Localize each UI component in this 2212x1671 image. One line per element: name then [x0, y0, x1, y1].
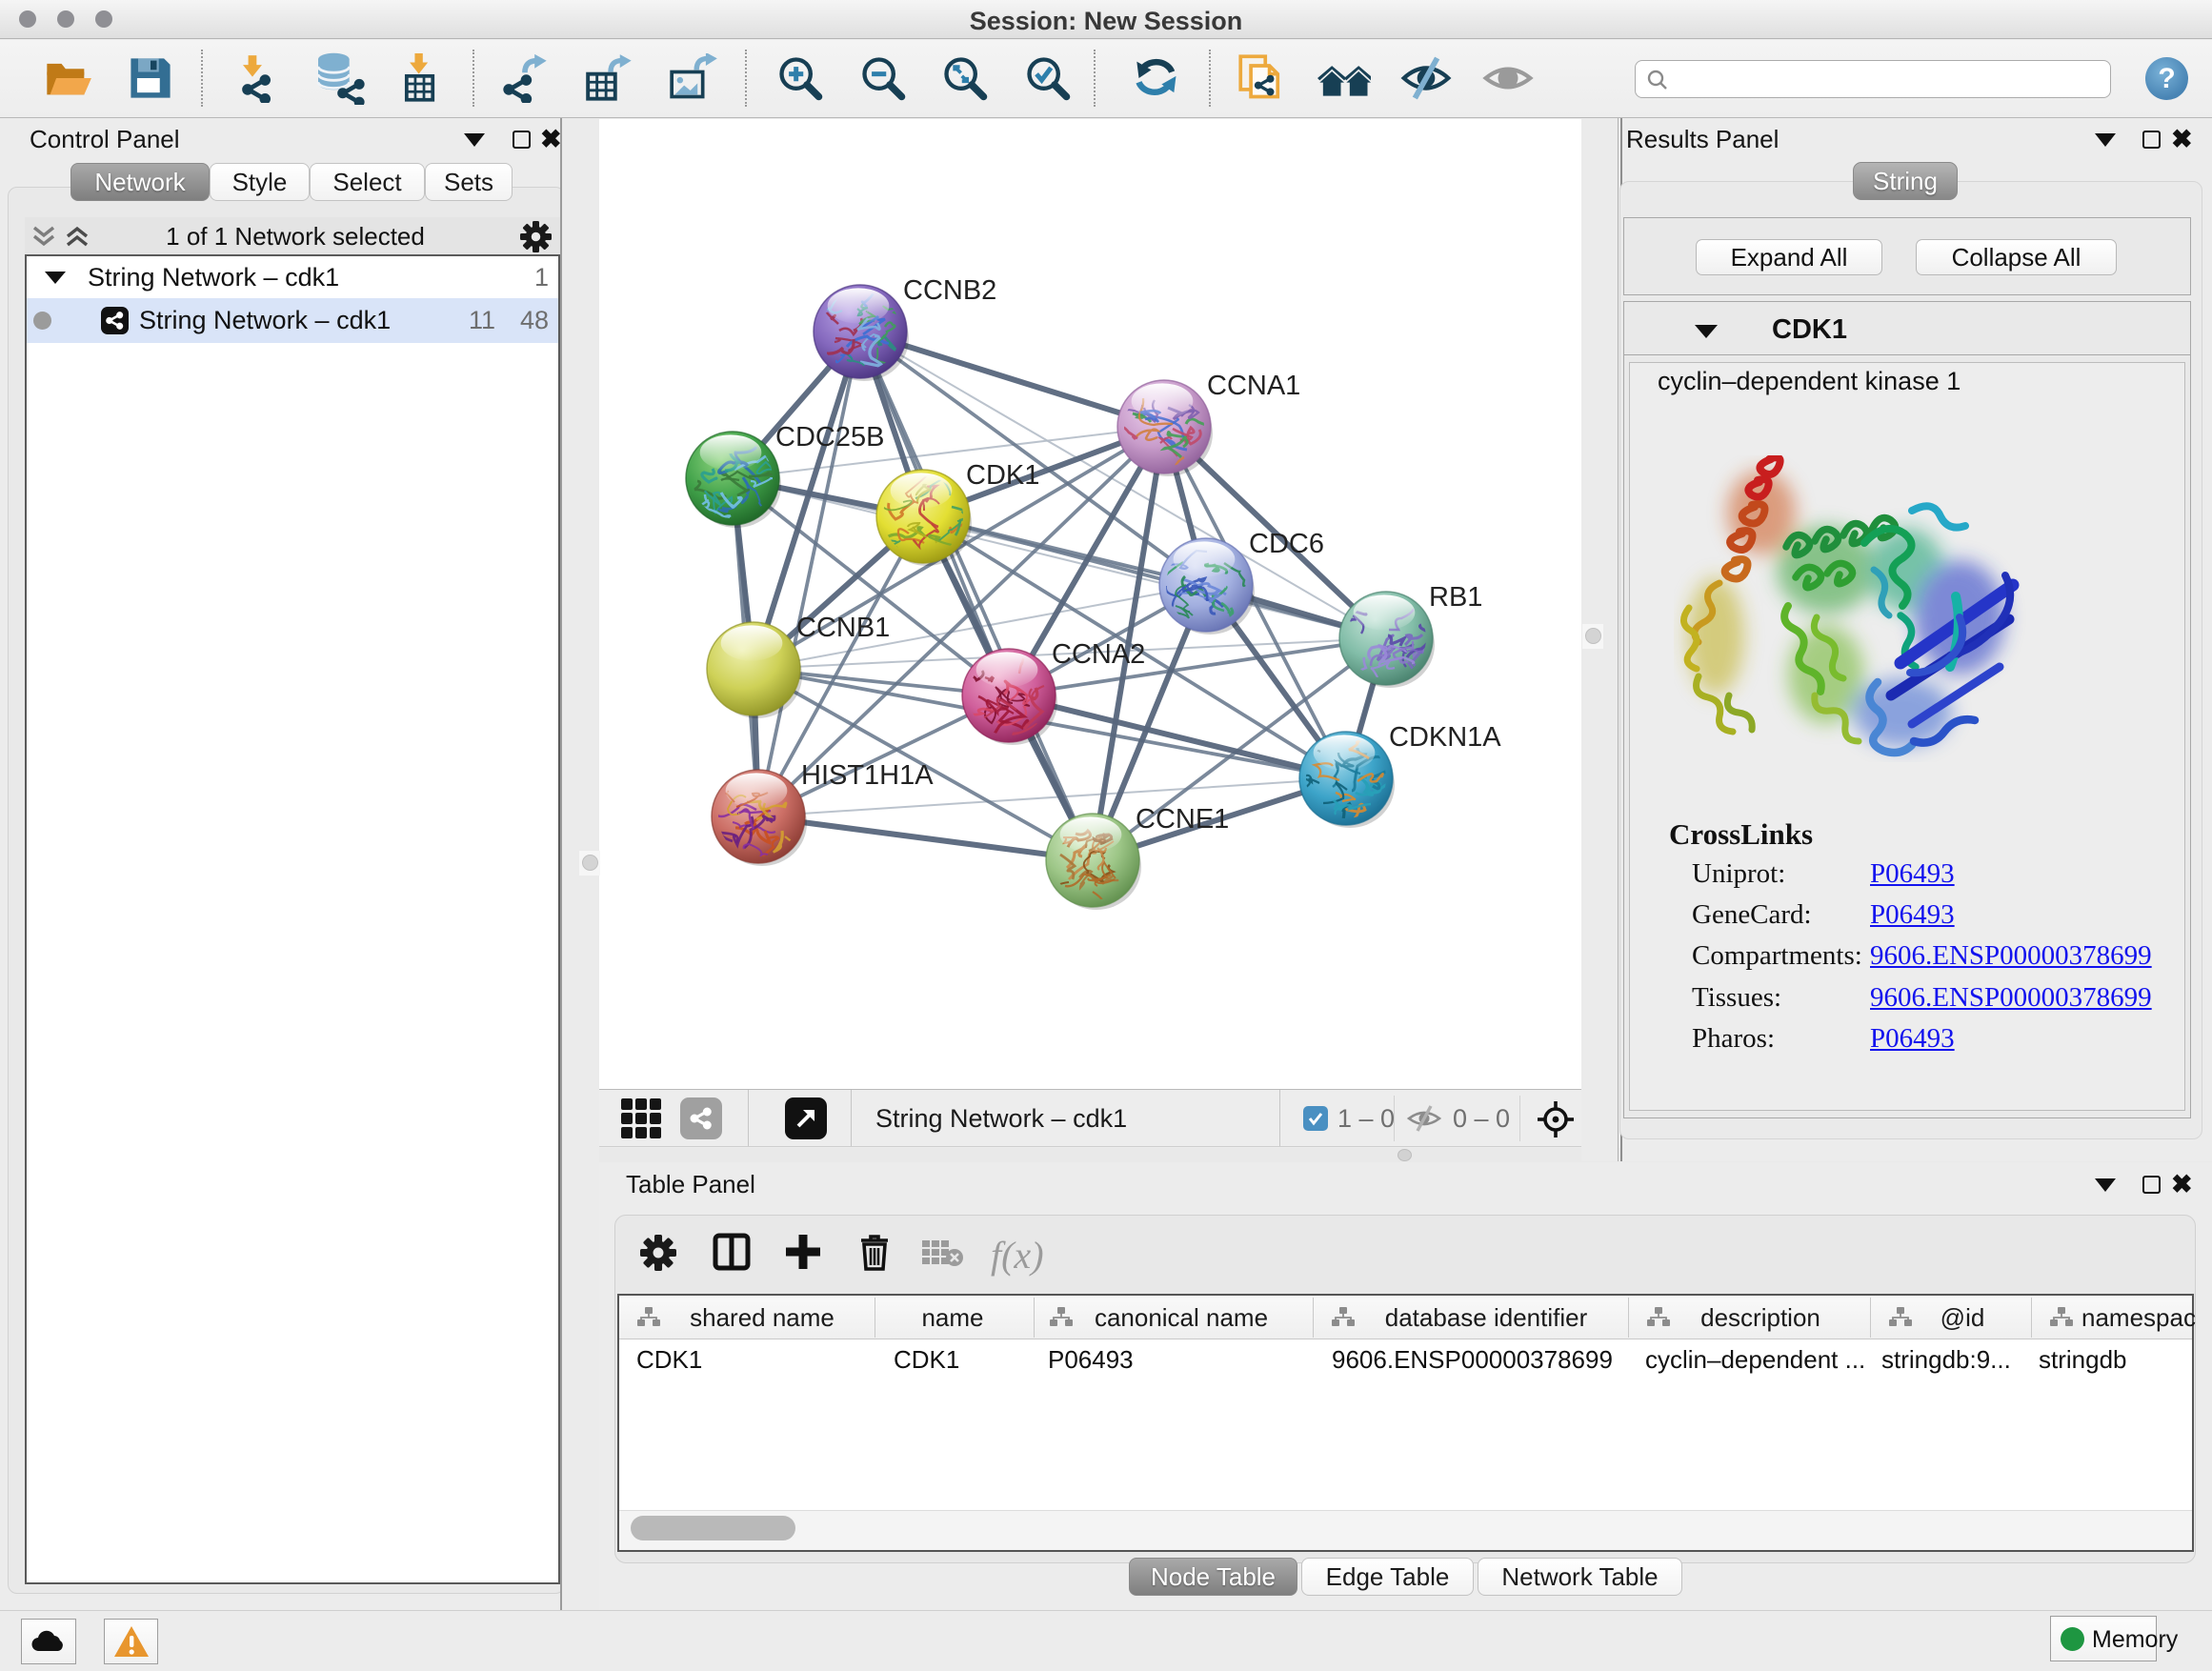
svg-text:CDKN1A: CDKN1A: [1389, 722, 1501, 753]
svg-text:CCNA1: CCNA1: [1207, 371, 1300, 401]
svg-text:CCNB2: CCNB2: [903, 275, 996, 306]
svg-text:HIST1H1A: HIST1H1A: [801, 760, 934, 791]
svg-text:CDK1: CDK1: [966, 460, 1039, 491]
svg-text:RB1: RB1: [1429, 582, 1482, 613]
svg-text:CCNA2: CCNA2: [1052, 639, 1145, 670]
svg-text:CDC25B: CDC25B: [775, 422, 884, 453]
svg-text:CDC6: CDC6: [1249, 529, 1324, 559]
svg-text:CCNB1: CCNB1: [796, 613, 890, 643]
svg-text:CCNE1: CCNE1: [1136, 804, 1229, 835]
